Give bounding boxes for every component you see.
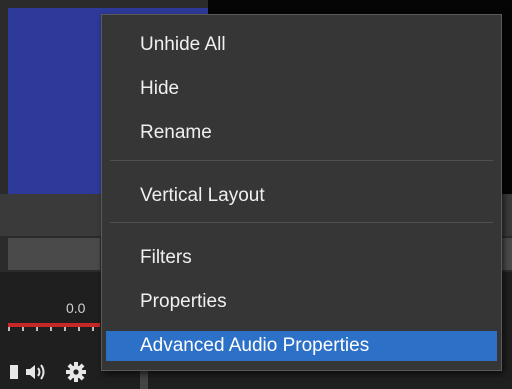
menu-item-filters[interactable]: Filters [106,243,497,273]
menu-item-properties[interactable]: Properties [106,287,497,317]
volume-meter-ticks [8,327,100,331]
menu-separator [110,160,493,161]
menu-separator [110,222,493,223]
audio-controls [10,358,88,386]
menu-item-hide[interactable]: Hide [106,74,497,104]
context-menu: Unhide All Hide Rename Vertical Layout F… [101,14,502,371]
menu-item-advanced-audio-properties[interactable]: Advanced Audio Properties [106,331,497,361]
db-readout: 0.0 [66,300,86,316]
speaker-icon[interactable] [24,362,48,382]
menu-item-rename[interactable]: Rename [106,118,497,148]
menu-item-unhide-all[interactable]: Unhide All [106,30,497,60]
fader-handle-icon[interactable] [10,365,18,379]
gear-icon[interactable] [64,360,88,384]
mixer-channel-header [8,238,100,270]
menu-item-vertical-layout[interactable]: Vertical Layout [106,181,497,211]
